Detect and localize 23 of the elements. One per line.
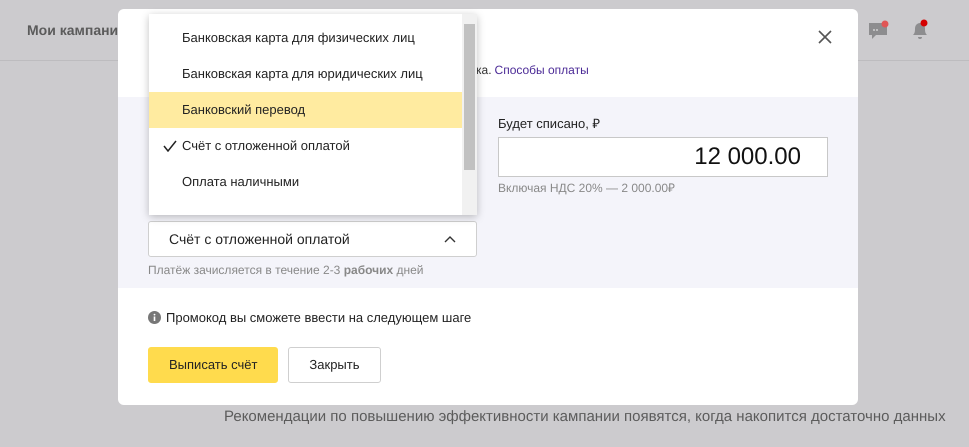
bell-icon[interactable] — [910, 19, 930, 41]
dropdown-option[interactable]: Счёт с отложенной оплатой — [149, 128, 462, 164]
close-icon[interactable] — [818, 30, 832, 44]
vat-hint: Включая НДС 20% — 2 000.00₽ — [498, 180, 676, 196]
amount-label: Будет списано, ₽ — [498, 115, 602, 133]
payment-methods-link[interactable]: Способы оплаты — [494, 61, 589, 79]
dropdown-option[interactable]: Оплата наличными — [149, 164, 462, 200]
promo-note: Промокод вы сможете ввести на следующем шаге — [166, 309, 472, 327]
amount-field[interactable]: 12 000.00 — [498, 136, 828, 176]
scrollbar[interactable] — [462, 14, 477, 215]
info-icon — [148, 311, 161, 324]
chat-icon[interactable] — [868, 20, 890, 40]
dropdown-option[interactable]: Банковская карта для юридических лиц — [149, 56, 462, 92]
payment-method-select[interactable]: Счёт с отложенной оплатой — [148, 221, 477, 257]
page-title: Мои кампани — [27, 20, 118, 40]
dropdown-option[interactable]: Банковская карта для физических лиц — [149, 20, 462, 56]
issue-invoice-button[interactable]: Выписать счёт — [148, 346, 278, 382]
dropdown-option[interactable]: Банковский перевод — [149, 92, 462, 128]
recommendation-text: Рекомендации по повышению эффективности кампании появятся, когда накопится достаточно данных — [224, 407, 946, 427]
close-button[interactable]: Закрыть — [288, 346, 380, 382]
chevron-icon — [444, 235, 456, 243]
intro-text: ка. — [476, 62, 492, 79]
payment-hint: Платёж зачисляется в течение 2-3 рабочих дней — [148, 262, 425, 279]
